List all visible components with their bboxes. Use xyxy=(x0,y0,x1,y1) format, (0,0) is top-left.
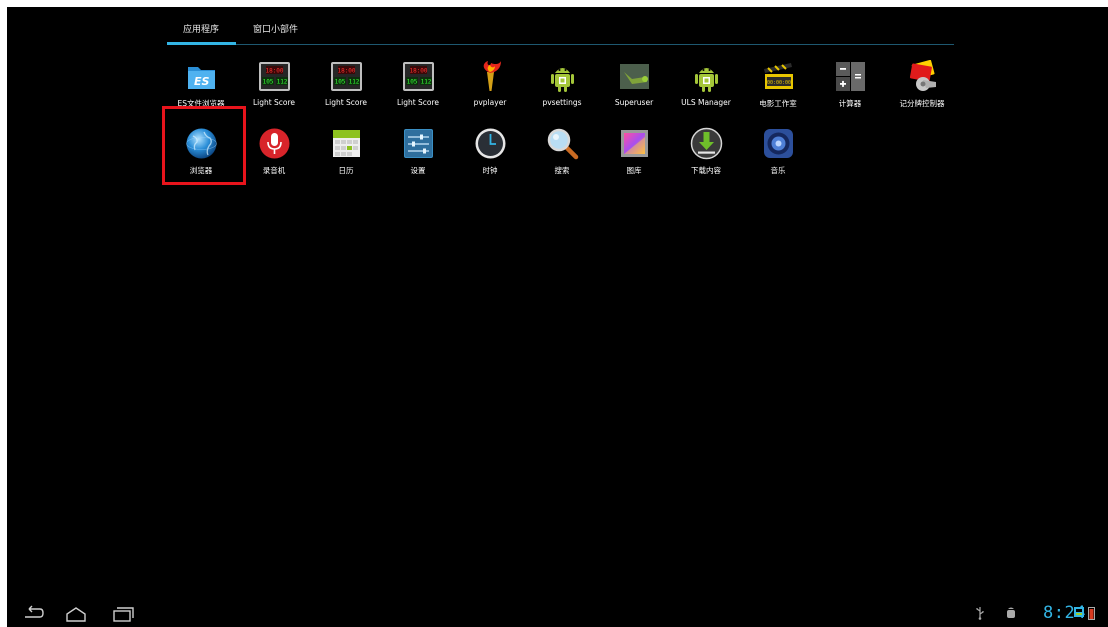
app-2[interactable]: 18:00 105 112 Light Score xyxy=(237,58,311,128)
app-label: 下载内容 xyxy=(691,166,721,175)
app-13[interactable]: 录音机 xyxy=(237,125,311,195)
app-label: Light Score xyxy=(252,98,296,107)
microphone-icon xyxy=(258,127,291,160)
battery-icon xyxy=(1088,607,1095,620)
tab-widgets[interactable]: 窗口小部件 xyxy=(253,22,298,35)
app-15[interactable]: 设置 xyxy=(381,125,455,195)
app-label: 音乐 xyxy=(770,166,786,175)
app-11[interactable]: 记分牌控制器 xyxy=(885,58,959,128)
superuser-icon xyxy=(618,60,651,93)
home-icon[interactable] xyxy=(64,605,88,623)
debug-android-icon xyxy=(1007,607,1015,618)
whistle-icon xyxy=(906,59,939,93)
app-8[interactable]: ULS Manager xyxy=(669,58,743,128)
app-7[interactable]: Superuser xyxy=(597,58,671,128)
network-icon xyxy=(1074,607,1084,617)
app-17[interactable]: 搜索 xyxy=(525,125,599,195)
app-20[interactable]: 音乐 xyxy=(741,125,815,195)
app-label: Light Score xyxy=(396,98,440,107)
svg-text:112: 112 xyxy=(421,79,432,86)
svg-text:112: 112 xyxy=(277,79,288,86)
app-label: 录音机 xyxy=(262,166,286,175)
svg-text:105: 105 xyxy=(407,79,418,86)
svg-text:00:00:00: 00:00:00 xyxy=(767,80,791,86)
app-label: pvsettings xyxy=(542,98,582,107)
app-3[interactable]: 18:00 105 112 Light Score xyxy=(309,58,383,128)
app-label: 图库 xyxy=(626,166,642,175)
app-6[interactable]: pvsettings xyxy=(525,58,599,128)
settings-sliders-icon xyxy=(402,127,435,160)
clock-icon xyxy=(474,127,507,160)
app-label: Superuser xyxy=(614,98,654,107)
svg-text:18:00: 18:00 xyxy=(265,68,283,75)
app-label: ULS Manager xyxy=(681,98,731,107)
app-label: 时钟 xyxy=(482,166,498,175)
calendar-icon xyxy=(330,127,363,160)
tab-apps[interactable]: 应用程序 xyxy=(183,22,219,35)
app-10[interactable]: 计算器 xyxy=(813,58,887,128)
usb-icon xyxy=(976,607,984,620)
app-5[interactable]: pvplayer xyxy=(453,58,527,128)
magnifier-icon xyxy=(546,127,579,160)
app-label: 记分牌控制器 xyxy=(899,99,945,108)
app-4[interactable]: 18:00 105 112 Light Score xyxy=(381,58,455,128)
svg-text:105: 105 xyxy=(263,79,274,86)
app-label: 设置 xyxy=(410,166,426,175)
svg-text:ES: ES xyxy=(194,75,210,88)
app-label: 搜索 xyxy=(554,166,570,175)
app-label: 日历 xyxy=(338,166,354,175)
calculator-icon xyxy=(834,60,867,93)
svg-text:18:00: 18:00 xyxy=(337,68,355,75)
app-label: pvplayer xyxy=(473,98,507,107)
android-icon xyxy=(546,60,579,93)
app-18[interactable]: 图库 xyxy=(597,125,671,195)
tab-divider xyxy=(236,44,954,45)
scoreboard-icon: 18:00 105 112 xyxy=(402,60,435,93)
torch-icon xyxy=(474,60,507,93)
es-file-explorer-icon: ES xyxy=(185,60,218,93)
selection-highlight xyxy=(162,106,246,185)
system-nav-bar: 8:24 xyxy=(7,601,1108,627)
speaker-icon xyxy=(762,127,795,160)
svg-text:112: 112 xyxy=(349,79,360,86)
app-16[interactable]: 时钟 xyxy=(453,125,527,195)
app-19[interactable]: 下载内容 xyxy=(669,125,743,195)
clapperboard-icon: 00:00:00 xyxy=(762,60,795,93)
tab-indicator xyxy=(167,42,236,45)
gallery-icon xyxy=(618,127,651,160)
svg-text:18:00: 18:00 xyxy=(409,68,427,75)
app-label: 电影工作室 xyxy=(759,99,797,108)
app-label: 计算器 xyxy=(838,99,862,108)
home-screen: 应用程序 窗口小部件 ES ES文件浏览器 18:00 105 112 Light … xyxy=(7,7,1108,627)
android-icon xyxy=(690,60,723,93)
scoreboard-icon: 18:00 105 112 xyxy=(258,60,291,93)
app-label: Light Score xyxy=(324,98,368,107)
download-icon xyxy=(690,127,723,160)
app-14[interactable]: 日历 xyxy=(309,125,383,195)
back-icon[interactable] xyxy=(21,605,45,623)
recent-apps-icon[interactable] xyxy=(111,605,135,623)
scoreboard-icon: 18:00 105 112 xyxy=(330,60,363,93)
svg-text:105: 105 xyxy=(335,79,346,86)
app-9[interactable]: 00:00:00 电影工作室 xyxy=(741,58,815,128)
